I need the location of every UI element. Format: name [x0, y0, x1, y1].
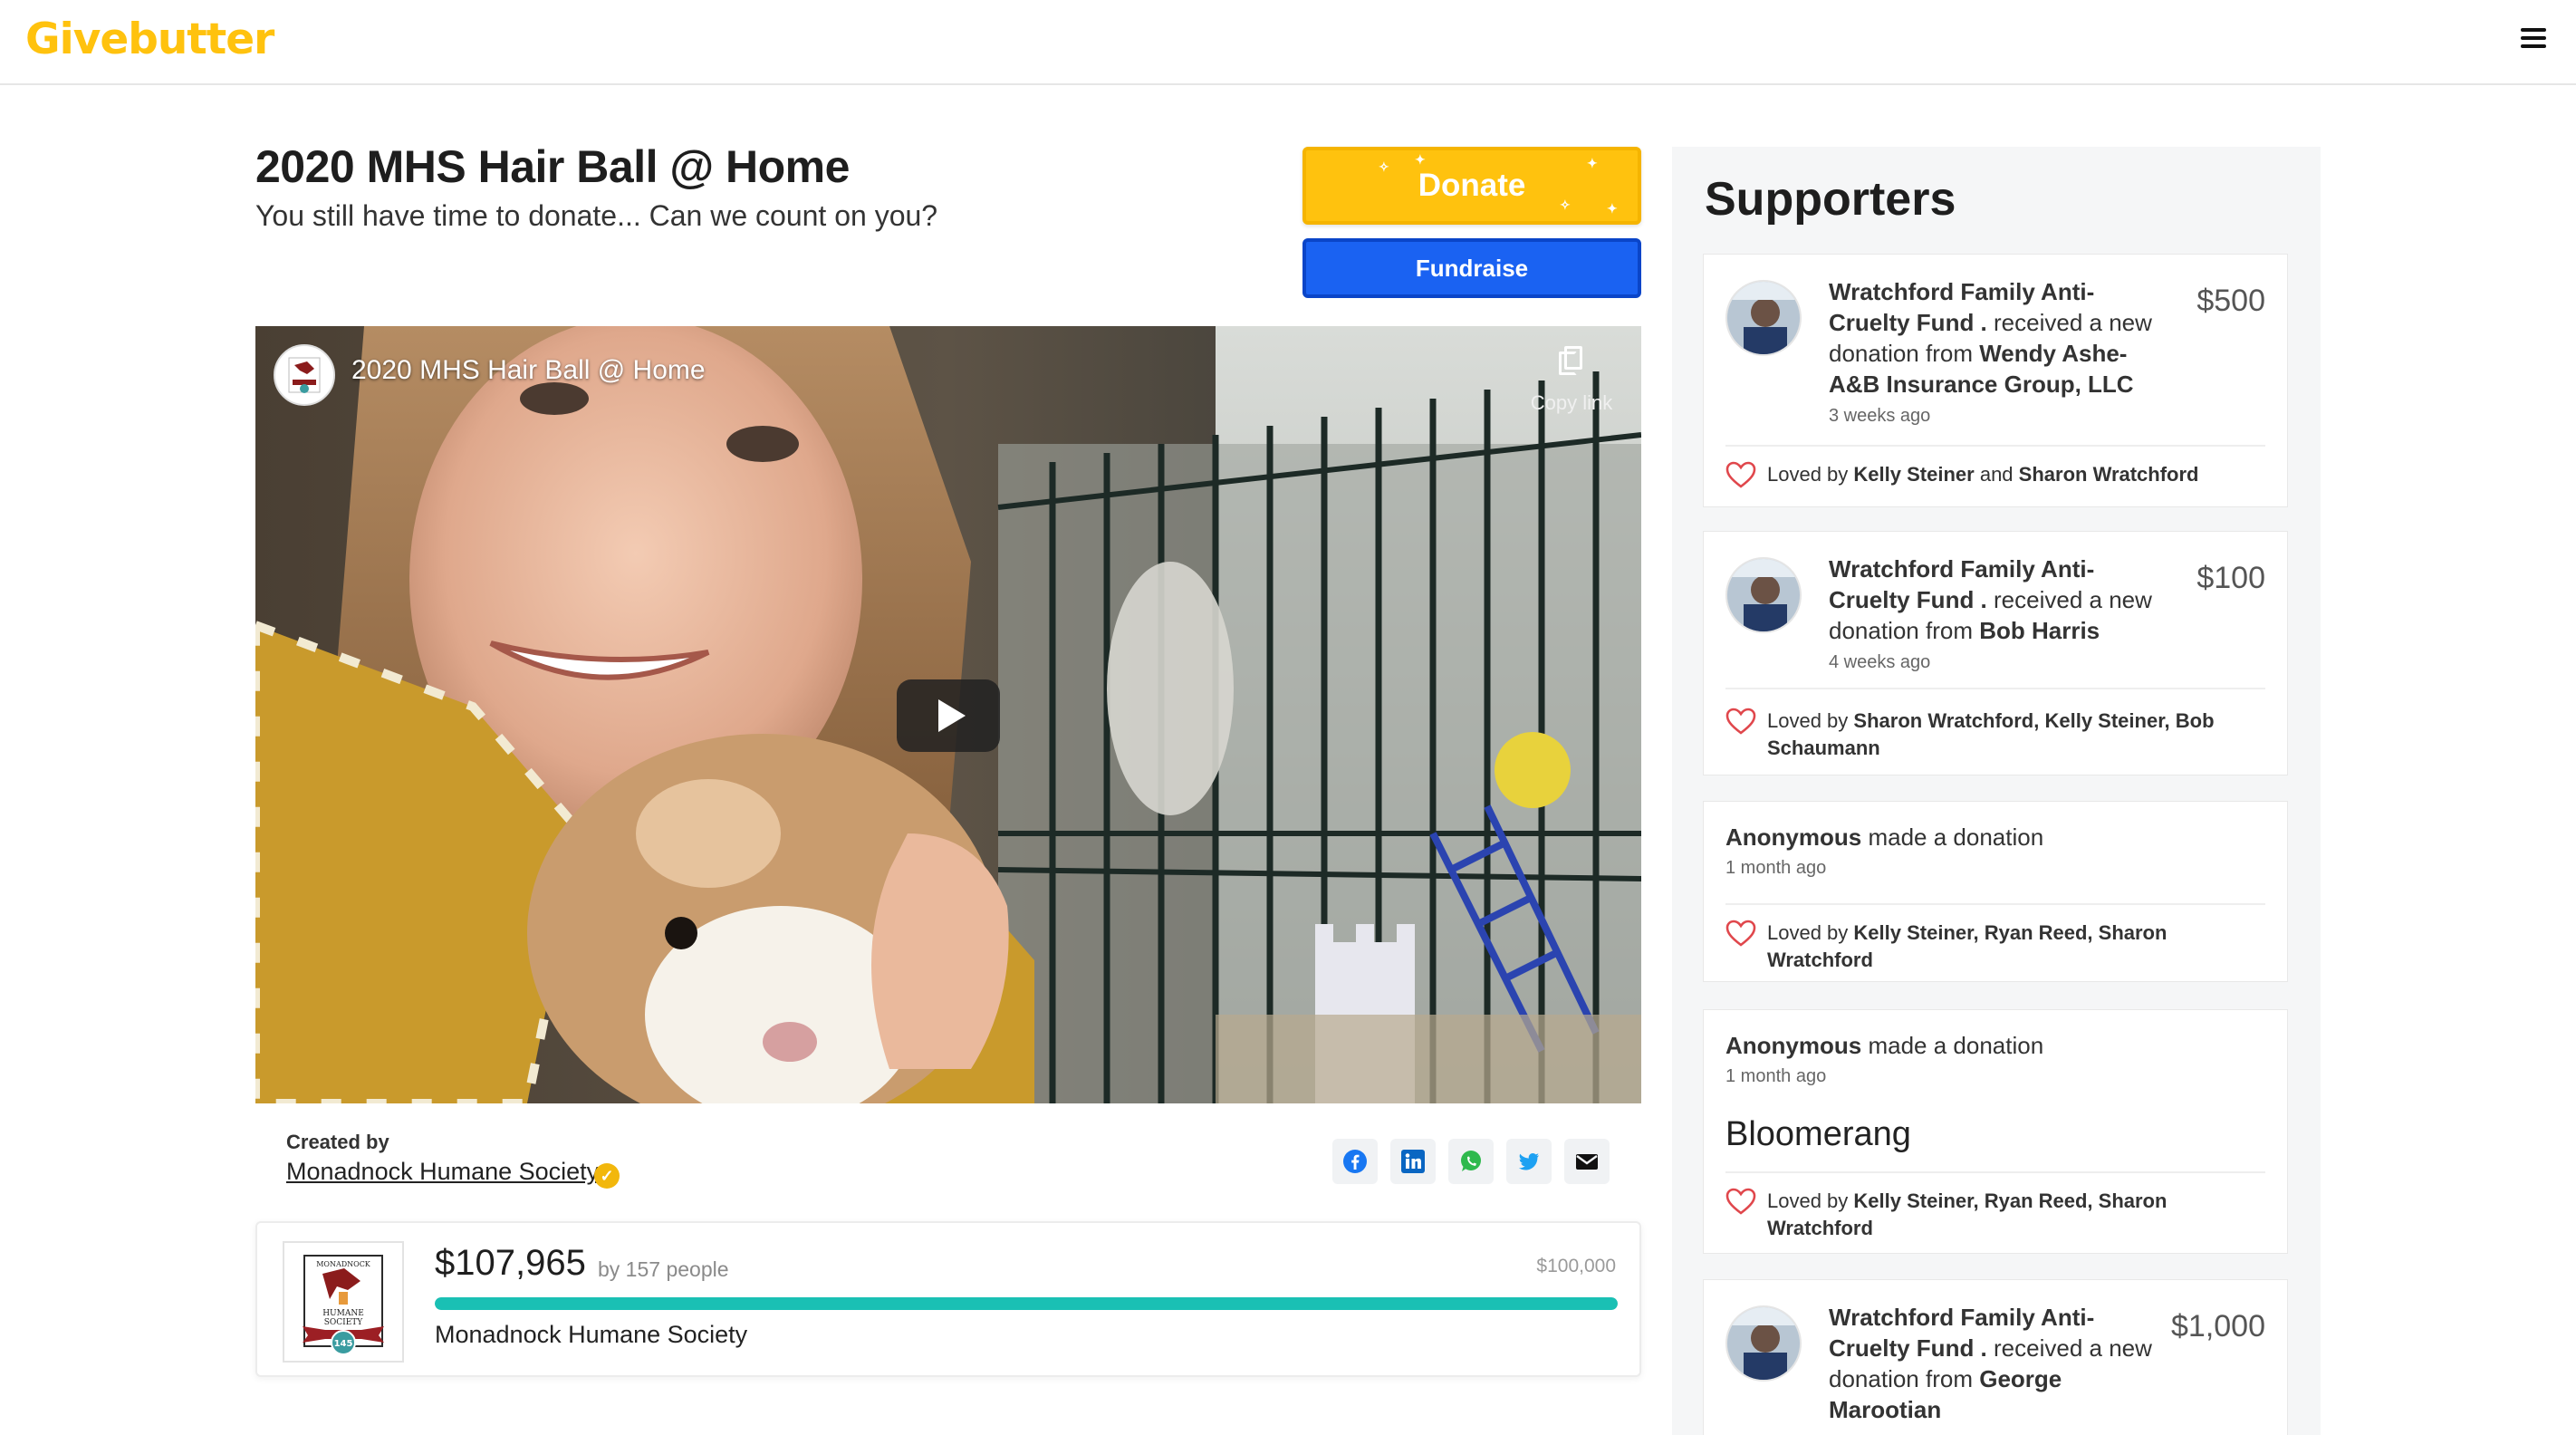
card-divider: [1725, 688, 2265, 689]
heart-icon[interactable]: [1725, 708, 1756, 735]
donation-action: made a donation: [1868, 1032, 2044, 1059]
donation-message: Wratchford Family Anti-Cruelty Fund . re…: [1829, 554, 2173, 675]
donation-time: 3 weeks ago: [1829, 406, 1931, 426]
loved-by-text: Loved by Kelly Steiner and Sharon Wratch…: [1767, 461, 2256, 488]
progress-bar-fill: [435, 1297, 1618, 1310]
video-title: 2020 MHS Hair Ball @ Home: [351, 355, 706, 385]
donor-count: by 157 people: [598, 1257, 729, 1281]
loved-by-text: Loved by Kelly Steiner, Ryan Reed, Sharo…: [1767, 1188, 2256, 1242]
loved-by-prefix: Loved by: [1767, 463, 1849, 486]
facebook-share-button[interactable]: [1332, 1139, 1378, 1184]
organization-logo: MONADNOCK HUMANE SOCIETY 145: [283, 1241, 404, 1363]
created-by-label: Created by: [286, 1131, 389, 1153]
logo-text-top: MONADNOCK: [316, 1260, 371, 1268]
donate-button[interactable]: ✦ ✧ ✦ ✧ ✦ Donate: [1302, 147, 1641, 225]
loved-by-name: Kelly Steiner: [1853, 463, 1975, 486]
sparkle-icon: ✧: [1379, 159, 1389, 174]
top-navigation-bar: Givebutter: [0, 0, 2576, 85]
fundraising-progress-card: MONADNOCK HUMANE SOCIETY 145 $107,965 by…: [255, 1221, 1641, 1377]
fundraise-button[interactable]: Fundraise: [1302, 238, 1641, 298]
linkedin-icon: [1401, 1150, 1425, 1173]
heart-icon[interactable]: [1725, 461, 1756, 488]
twitter-icon: [1518, 1153, 1539, 1170]
donor-message: Bloomerang: [1725, 1115, 1911, 1153]
supporter-avatar: [1725, 1305, 1802, 1382]
supporters-panel: Supporters Wratchford Family Anti-Cruelt…: [1672, 147, 2321, 1435]
donation-message: Wratchford Family Anti-Cruelty Fund . re…: [1829, 1302, 2173, 1425]
supporter-card: Wratchford Family Anti-Cruelty Fund . re…: [1703, 254, 2288, 507]
givebutter-logo[interactable]: Givebutter: [25, 13, 274, 67]
email-share-button[interactable]: [1564, 1139, 1610, 1184]
copy-link-button[interactable]: Copy link: [1513, 346, 1630, 415]
donation-message: Wratchford Family Anti-Cruelty Fund . re…: [1829, 276, 2173, 429]
supporter-avatar: [1725, 280, 1802, 356]
donation-amount: $1,000: [2171, 1309, 2265, 1344]
supporter-card: Wratchford Family Anti-Cruelty Fund . re…: [1703, 1279, 2288, 1435]
donor-name: Anonymous: [1725, 823, 1862, 851]
copy-link-label: Copy link: [1530, 391, 1613, 414]
progress-bar: [435, 1297, 1618, 1310]
supporter-card: Anonymous made a donation 1 month ago Lo…: [1703, 801, 2288, 982]
copy-icon: [1559, 346, 1584, 377]
loved-by-prefix: Loved by: [1767, 709, 1849, 732]
donor-name: Anonymous: [1725, 1032, 1862, 1059]
sparkle-icon: ✧: [1560, 197, 1571, 212]
channel-avatar[interactable]: [274, 344, 335, 406]
campaign-title: 2020 MHS Hair Ball @ Home: [255, 141, 850, 192]
supporter-card: Anonymous made a donation 1 month ago Bl…: [1703, 1009, 2288, 1254]
loved-by-text: Loved by Sharon Wratchford, Kelly Steine…: [1767, 708, 2256, 762]
sparkle-icon: ✦: [1587, 156, 1598, 170]
donation-message: Anonymous made a donation: [1725, 1030, 2043, 1061]
linkedin-share-button[interactable]: [1390, 1139, 1436, 1184]
donation-time: 4 weeks ago: [1829, 652, 1931, 672]
card-divider: [1725, 1171, 2265, 1173]
loved-by-join: and: [1979, 463, 2014, 486]
facebook-icon: [1343, 1150, 1367, 1173]
whatsapp-share-button[interactable]: [1448, 1139, 1494, 1184]
donation-amount: $100: [2196, 561, 2265, 595]
supporters-heading: Supporters: [1705, 173, 1956, 226]
campaign-video-player[interactable]: 2020 MHS Hair Ball @ Home Copy link: [255, 326, 1641, 1103]
monadnock-logo-icon: [288, 357, 321, 393]
loved-by-prefix: Loved by: [1767, 1189, 1849, 1212]
twitter-share-button[interactable]: [1506, 1139, 1552, 1184]
logo-text-humane: HUMANE: [322, 1309, 364, 1318]
heart-icon[interactable]: [1725, 1188, 1756, 1215]
sparkle-icon: ✦: [1415, 152, 1426, 167]
play-icon[interactable]: [897, 679, 1000, 752]
donation-time: 1 month ago: [1725, 1066, 1827, 1086]
donation-action: made a donation: [1868, 823, 2044, 851]
verified-badge-icon: ✓: [594, 1163, 620, 1189]
beneficiary-name: Monadnock Humane Society: [435, 1321, 748, 1348]
loved-by-text: Loved by Kelly Steiner, Ryan Reed, Sharo…: [1767, 920, 2256, 974]
creator-name-link[interactable]: Monadnock Humane Society: [286, 1158, 599, 1186]
donor-name: Bob Harris: [1979, 617, 2100, 644]
loved-by-prefix: Loved by: [1767, 921, 1849, 944]
amount-raised: $107,965: [435, 1243, 586, 1283]
fundraise-button-label: Fundraise: [1415, 254, 1529, 282]
donation-time: 1 month ago: [1725, 858, 1827, 878]
goal-amount: $100,000: [1536, 1256, 1616, 1276]
donation-amount: $500: [2196, 284, 2265, 318]
hamburger-menu-icon[interactable]: [2521, 28, 2546, 48]
email-icon: [1576, 1154, 1598, 1170]
heart-icon[interactable]: [1725, 920, 1756, 947]
card-divider: [1725, 903, 2265, 905]
loved-by-name: Sharon Wratchford: [2018, 463, 2199, 486]
donation-message: Anonymous made a donation: [1725, 822, 2043, 852]
whatsapp-icon: [1461, 1151, 1481, 1171]
logo-text-society: SOCIETY: [324, 1318, 364, 1327]
supporter-avatar: [1725, 557, 1802, 633]
supporter-card: Wratchford Family Anti-Cruelty Fund . re…: [1703, 531, 2288, 775]
logo-anniversary-number: 145: [334, 1339, 353, 1349]
sparkle-icon: ✦: [1607, 201, 1618, 216]
donate-button-label: Donate: [1418, 168, 1526, 203]
campaign-subtitle: You still have time to donate... Can we …: [255, 199, 938, 232]
card-divider: [1725, 445, 2265, 447]
